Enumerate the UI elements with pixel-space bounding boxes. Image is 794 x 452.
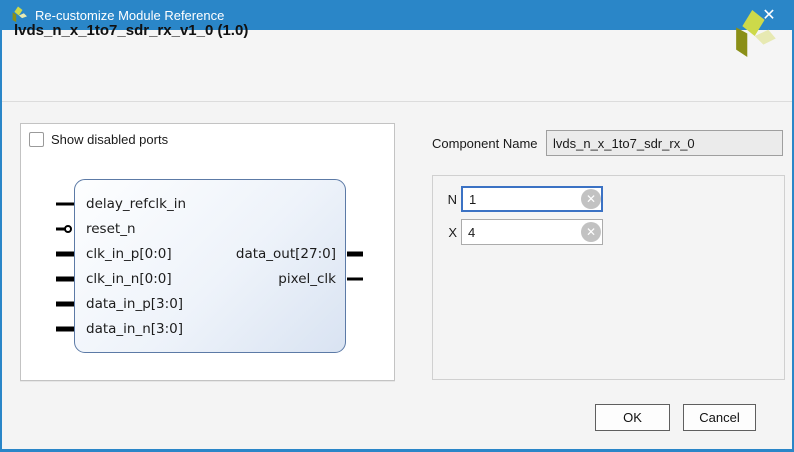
- clear-x-icon[interactable]: ✕: [581, 222, 601, 242]
- dialog-header: [2, 30, 792, 102]
- active-low-bubble-icon: [64, 225, 72, 233]
- port-stub-bus: [347, 252, 363, 257]
- port-stub-scalar: [347, 278, 363, 281]
- port-label: data_in_p[3:0]: [86, 296, 183, 312]
- param-row-x: X ✕: [433, 218, 784, 246]
- port-label: data_out[27:0]: [236, 246, 336, 262]
- port-stub-bus: [56, 302, 74, 307]
- show-disabled-ports-row: Show disabled ports: [29, 132, 168, 147]
- port-row: data_out[27:0]: [21, 244, 366, 264]
- port-label: data_in_n[3:0]: [86, 321, 183, 337]
- port-label: pixel_clk: [278, 271, 336, 287]
- component-name-label: Component Name: [432, 130, 540, 156]
- clear-n-icon[interactable]: ✕: [581, 189, 601, 209]
- ok-button[interactable]: OK: [595, 404, 670, 431]
- port-label: reset_n: [86, 221, 136, 237]
- symbol-panel: Show disabled ports delay_refclk_in rese…: [20, 123, 395, 381]
- brand-logo-icon: [726, 10, 776, 62]
- port-label: delay_refclk_in: [86, 196, 186, 212]
- component-name-field: [546, 130, 783, 156]
- window-title: Re-customize Module Reference: [35, 8, 224, 23]
- port-row: delay_refclk_in: [21, 194, 351, 214]
- module-title: lvds_n_x_1to7_sdr_rx_v1_0 (1.0): [14, 22, 248, 39]
- param-x-label: X: [433, 218, 457, 246]
- cancel-button[interactable]: Cancel: [683, 404, 756, 431]
- port-row: data_in_p[3:0]: [21, 294, 351, 314]
- show-disabled-ports-checkbox[interactable]: [29, 132, 44, 147]
- port-stub-bus: [56, 327, 74, 332]
- show-disabled-ports-label: Show disabled ports: [51, 132, 168, 147]
- port-row: reset_n: [21, 219, 351, 239]
- port-row: pixel_clk: [21, 269, 366, 289]
- port-stub-scalar: [56, 203, 74, 206]
- param-n-label: N: [433, 185, 457, 213]
- param-row-n: N ✕: [433, 185, 784, 213]
- parameter-group: N ✕ X ✕: [432, 175, 785, 380]
- port-row: data_in_n[3:0]: [21, 319, 351, 339]
